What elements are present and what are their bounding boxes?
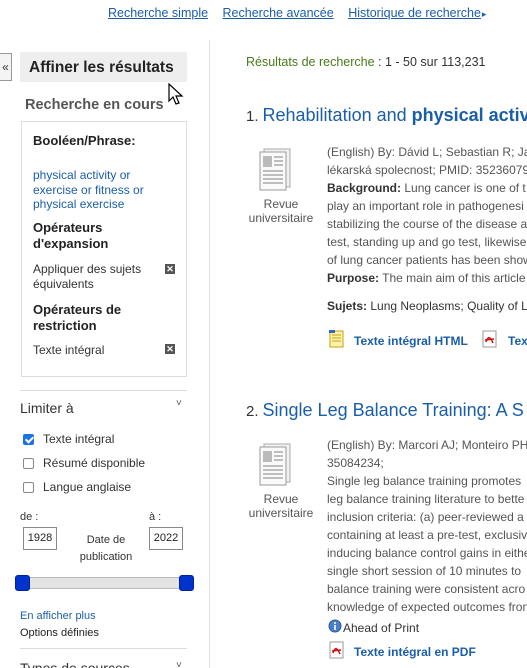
result-item-2: 2. Single Leg Balance Training: A S Revue…: [246, 400, 527, 668]
publication-date-label: Date de publication: [79, 534, 133, 563]
checkbox-english-language[interactable]: Langue anglaise: [23, 480, 131, 494]
history-arrow-icon: ▸: [481, 9, 487, 19]
pdf-fulltext-link[interactable]: Texte intégral en PDF: [354, 645, 476, 659]
current-search-title: Recherche en cours: [25, 97, 164, 113]
pdf-icon[interactable]: [328, 641, 346, 659]
date-slider-handle-min[interactable]: [15, 575, 30, 591]
pdf-fulltext-link-partial[interactable]: Tex: [508, 334, 527, 348]
limiters-label: Opérateurs de restriction: [33, 302, 122, 333]
date-slider-track[interactable]: [17, 577, 187, 589]
expander-value: Appliquer des sujets équivalents: [33, 262, 142, 291]
date-to-label: à :: [149, 511, 162, 523]
checkbox-icon[interactable]: [23, 457, 34, 469]
result-subjects: Sujets: Lung Neoplasms; Quality of L: [327, 299, 527, 313]
checkbox-full-text[interactable]: Texte intégral: [23, 432, 114, 446]
checkbox-icon[interactable]: [23, 433, 34, 445]
divider: [20, 648, 187, 649]
date-from-label: de :: [20, 511, 39, 523]
limit-chevron-icon[interactable]: ˅: [176, 398, 182, 409]
ahead-of-print-label: Ahead of Print: [343, 621, 420, 635]
search-history-link[interactable]: Historique de recherche: [348, 6, 481, 20]
remove-limiter-icon[interactable]: ✕: [165, 344, 175, 354]
refine-results-title: Affiner les résultats: [20, 52, 187, 82]
pdf-icon[interactable]: [481, 330, 499, 348]
boolean-label: Booléen/Phrase:: [33, 133, 136, 148]
journal-doc-icon[interactable]: [258, 147, 294, 191]
result-title[interactable]: 1. Rehabilitation and physical activ: [246, 105, 527, 126]
results-count: Résultats de recherche : 1 - 50 sur 113,…: [246, 55, 486, 69]
mouse-cursor-icon: [168, 83, 184, 105]
date-from-input[interactable]: 1928: [23, 527, 57, 550]
html-fulltext-link[interactable]: Texte intégral HTML: [354, 334, 468, 348]
sidebar: Affiner les résultats Recherche en cours…: [12, 40, 210, 668]
checkbox-abstract-available[interactable]: Résumé disponible: [23, 456, 145, 470]
result-item-1: 1. Rehabilitation and physical activ Revu…: [246, 105, 527, 355]
date-to-input[interactable]: 2022: [149, 527, 183, 550]
date-slider-handle-max[interactable]: [179, 575, 194, 591]
journal-doc-icon[interactable]: [258, 442, 294, 486]
result-title[interactable]: 2. Single Leg Balance Training: A S: [246, 400, 524, 421]
boolean-value[interactable]: physical activity or exercise or fitness…: [33, 168, 144, 212]
source-types-chevron-icon[interactable]: ˅: [176, 660, 182, 668]
result-abstract: (English) By: Dávid L; Sebastian R; Ja l…: [327, 145, 527, 285]
info-icon: [328, 619, 342, 633]
publication-type-label: Revue universitaire: [248, 492, 314, 520]
limit-to-title[interactable]: Limiter à: [20, 400, 74, 416]
divider: [20, 390, 187, 391]
expanders-label: Opérateurs d'expansion: [33, 220, 109, 251]
source-types-title[interactable]: Types de sources: [20, 660, 130, 668]
html-fulltext-icon[interactable]: [328, 330, 346, 348]
advanced-search-link[interactable]: Recherche avancée: [223, 6, 334, 20]
top-nav: Recherche simple Recherche avancée Histo…: [108, 6, 486, 20]
simple-search-link[interactable]: Recherche simple: [108, 6, 208, 20]
remove-expander-icon[interactable]: ✕: [165, 264, 175, 274]
show-more-link[interactable]: En afficher plus: [20, 610, 96, 622]
result-abstract: (English) By: Marcori AJ; Monteiro PH 35…: [327, 438, 527, 614]
limiter-value: Texte intégral: [33, 343, 105, 357]
options-set-label[interactable]: Options définies: [20, 627, 99, 639]
collapse-sidebar-button[interactable]: «: [0, 53, 12, 81]
checkbox-icon[interactable]: [23, 481, 34, 493]
current-search-box: Booléen/Phrase: physical activity or exe…: [21, 121, 187, 377]
publication-type-label: Revue universitaire: [248, 197, 314, 225]
